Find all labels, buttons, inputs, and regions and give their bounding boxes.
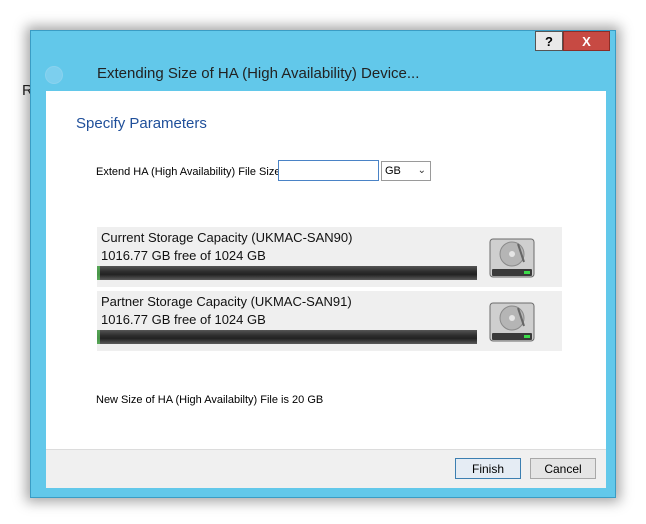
hard-drive-icon	[489, 302, 535, 342]
back-arrow-icon[interactable]	[45, 66, 63, 84]
partner-storage-panel: Partner Storage Capacity (UKMAC-SAN91) 1…	[97, 291, 562, 351]
storage-capacity-fill	[97, 330, 100, 344]
finish-button[interactable]: Finish	[455, 458, 521, 479]
storage-capacity-fill	[97, 266, 100, 280]
wizard-footer: Finish Cancel	[46, 449, 606, 488]
size-unit-value: GB	[385, 165, 401, 177]
hard-drive-icon	[489, 238, 535, 278]
page-heading: Specify Parameters	[76, 115, 207, 132]
chevron-down-icon: ⌄	[417, 165, 426, 176]
new-size-text: New Size of HA (High Availabilty) File i…	[96, 394, 324, 406]
storage-title: Partner Storage Capacity (UKMAC-SAN91)	[101, 294, 352, 309]
cancel-button[interactable]: Cancel	[530, 458, 596, 479]
file-size-input[interactable]	[278, 160, 379, 181]
wizard-window: ? X Extending Size of HA (High Availabil…	[30, 30, 616, 498]
file-size-label: Extend HA (High Availability) File Size	[96, 166, 281, 178]
size-unit-select[interactable]: GB ⌄	[381, 161, 431, 181]
storage-free-text: 1016.77 GB free of 1024 GB	[101, 248, 266, 263]
storage-capacity-bar	[97, 330, 477, 344]
storage-title: Current Storage Capacity (UKMAC-SAN90)	[101, 230, 353, 245]
wizard-content: Specify Parameters Extend HA (High Avail…	[46, 91, 606, 449]
close-button[interactable]: X	[563, 31, 610, 51]
current-storage-panel: Current Storage Capacity (UKMAC-SAN90) 1…	[97, 227, 562, 287]
storage-capacity-bar	[97, 266, 477, 280]
storage-free-text: 1016.77 GB free of 1024 GB	[101, 312, 266, 327]
window-title: Extending Size of HA (High Availability)…	[97, 65, 420, 82]
help-button[interactable]: ?	[535, 31, 563, 51]
